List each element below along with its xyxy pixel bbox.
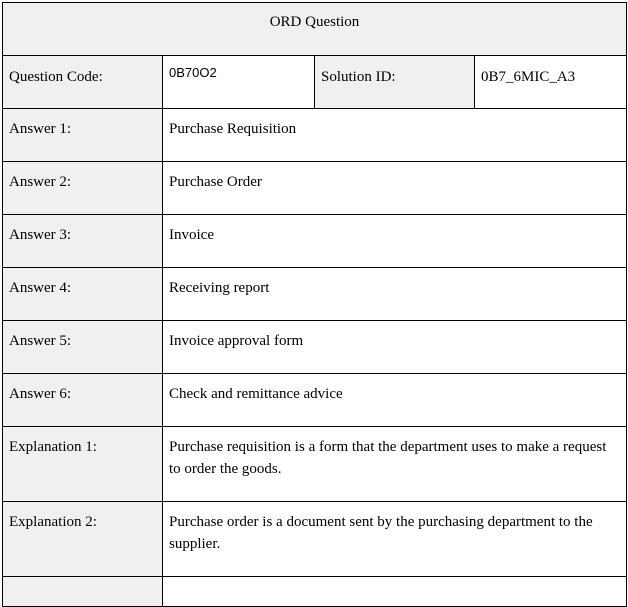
- answer-value: Invoice approval form: [161, 320, 628, 374]
- answer-value: Purchase Order: [161, 161, 628, 215]
- answer-row-1: Answer 1: Purchase Requisition: [2, 108, 628, 162]
- solution-id-value: 0B7_6MIC_A3: [473, 55, 628, 109]
- question-code-label: Question Code:: [2, 55, 163, 109]
- explanation-label: Explanation 1:: [2, 426, 163, 502]
- next-row-partial: [2, 576, 628, 607]
- next-row-label: [2, 576, 163, 607]
- explanation-label: Explanation 2:: [2, 501, 163, 577]
- answer-label: Answer 1:: [2, 108, 163, 162]
- answer-row-5: Answer 5: Invoice approval form: [2, 320, 628, 374]
- next-row-value: [161, 576, 628, 607]
- answer-row-6: Answer 6: Check and remittance advice: [2, 373, 628, 427]
- answer-value: Purchase Requisition: [161, 108, 628, 162]
- explanation-value: Purchase requisition is a form that the …: [161, 426, 628, 502]
- answer-row-4: Answer 4: Receiving report: [2, 267, 628, 321]
- explanation-value: Purchase order is a document sent by the…: [161, 501, 628, 577]
- header-row: Question Code: 0B70O2 Solution ID: 0B7_6…: [2, 55, 628, 109]
- answer-label: Answer 2:: [2, 161, 163, 215]
- answer-value: Check and remittance advice: [161, 373, 628, 427]
- answer-row-2: Answer 2: Purchase Order: [2, 161, 628, 215]
- answer-row-3: Answer 3: Invoice: [2, 214, 628, 268]
- table-title: ORD Question: [1, 2, 628, 56]
- answer-value: Invoice: [161, 214, 628, 268]
- explanation-row-1: Explanation 1: Purchase requisition is a…: [2, 426, 628, 502]
- answer-label: Answer 4:: [2, 267, 163, 321]
- solution-id-label: Solution ID:: [314, 55, 475, 109]
- question-code-value: 0B70O2: [162, 55, 315, 109]
- answer-label: Answer 3:: [2, 214, 163, 268]
- answer-label: Answer 5:: [2, 320, 163, 374]
- title-row: ORD Question: [1, 2, 628, 56]
- ord-question-table: ORD Question Question Code: 0B70O2 Solut…: [1, 2, 628, 607]
- answer-value: Receiving report: [161, 267, 628, 321]
- explanation-row-2: Explanation 2: Purchase order is a docum…: [2, 501, 628, 577]
- answer-label: Answer 6:: [2, 373, 163, 427]
